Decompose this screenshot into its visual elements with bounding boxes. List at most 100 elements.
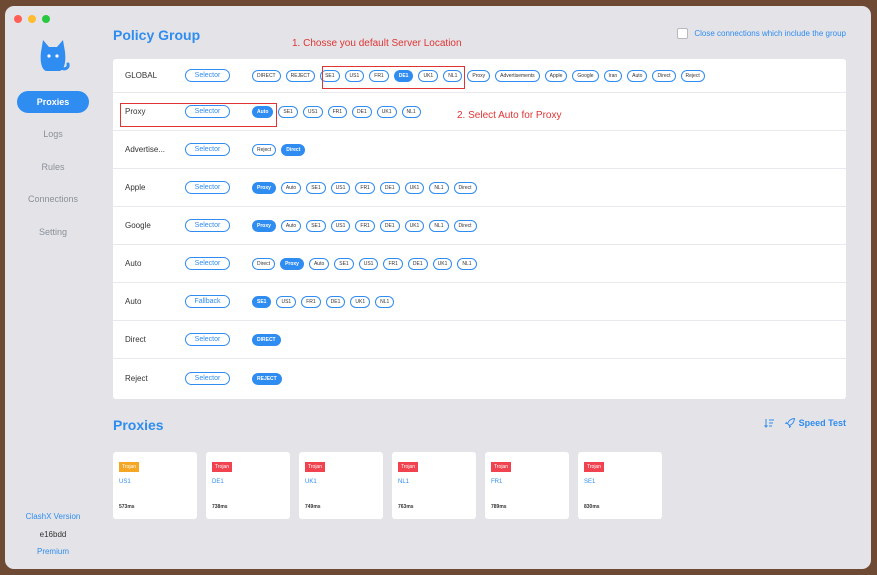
proxy-option-chip[interactable]: UK1 [432,258,453,270]
proxy-option-chip[interactable]: SE1 [252,296,272,308]
proxy-option-chip[interactable]: UK1 [404,182,425,194]
proxy-option-chip[interactable]: REJECT [285,70,316,82]
proxy-option-chip[interactable]: US1 [330,220,351,232]
proxy-option-chip[interactable]: Direct [652,70,676,82]
proxy-option-chip[interactable]: FR1 [327,106,348,118]
proxy-option-chip[interactable]: Proxy [467,70,491,82]
proxy-option-list: Auto SE1 US1 FR1 DE1 UK1 NL1 [252,106,421,118]
sidebar: Proxies Logs Rules Connections Setting C… [5,6,101,569]
group-type-button[interactable]: Selector [185,143,230,156]
proxy-name: US1 [119,479,131,485]
close-connections-label: Close connections which include the grou… [694,29,846,38]
proxy-option-chip[interactable]: NL1 [429,182,449,194]
proxy-option-chip[interactable]: US1 [358,258,379,270]
sidebar-item-logs[interactable]: Logs [17,123,89,145]
proxy-option-chip[interactable]: UK1 [376,106,397,118]
proxy-option-chip[interactable]: DE1 [325,296,346,308]
proxy-option-chip[interactable]: Auto [280,182,302,194]
close-connections-option[interactable]: Close connections which include the grou… [677,28,846,39]
proxy-option-chip[interactable]: FR1 [301,296,321,308]
proxy-option-list: Proxy Auto SE1 US1 FR1 DE1 UK1 NL1 Direct [252,220,477,232]
proxy-option-chip[interactable]: Auto [308,258,330,270]
speed-test-label: Speed Test [798,418,846,428]
proxy-option-chip[interactable]: REJECT [252,373,282,385]
proxy-option-list: DIRECT [252,334,281,346]
proxy-option-chip[interactable]: NL1 [429,220,449,232]
protocol-badge: Trojan [305,462,325,472]
proxy-option-chip[interactable]: Direct [281,144,306,156]
proxy-option-chip[interactable]: SE1 [306,182,326,194]
proxy-option-chip[interactable]: NL1 [375,296,395,308]
proxy-card[interactable]: Trojan DE1 738ms [206,452,290,519]
proxy-option-chip[interactable]: Direct [252,258,276,270]
proxy-option-chip[interactable]: Direct [453,220,477,232]
proxy-card[interactable]: Trojan UK1 749ms [299,452,383,519]
proxy-option-chip[interactable]: Proxy [252,182,276,194]
proxy-option-chip[interactable]: Reject [680,70,705,82]
protocol-badge: Trojan [398,462,418,472]
sidebar-item-rules[interactable]: Rules [17,156,89,178]
proxy-card[interactable]: Trojan SE1 830ms [578,452,662,519]
group-type-button[interactable]: Selector [185,219,230,232]
proxy-option-chip[interactable]: DE1 [407,258,428,270]
proxy-option-chip[interactable]: FR1 [355,182,375,194]
proxy-option-list: DIRECT REJECT SE1 US1 FR1 DE1 UK1 NL1 Proxy Adver… [252,70,705,82]
proxy-option-chip[interactable]: NL1 [457,258,477,270]
proxy-name: NL1 [398,479,410,485]
proxy-option-chip[interactable]: Iran [603,70,623,82]
proxy-option-chip[interactable]: Advertisements [495,70,540,82]
rocket-icon [784,418,795,428]
annotation-box-proxy-auto [120,103,277,127]
group-type-button[interactable]: Selector [185,69,230,82]
proxy-option-chip[interactable]: Proxy [252,220,276,232]
proxy-delay: 749ms [305,504,321,510]
policy-group-row: Reject Selector REJECT [113,359,846,399]
proxy-option-chip[interactable]: Reject [252,144,277,156]
proxy-option-chip[interactable]: US1 [330,182,351,194]
proxy-name: DE1 [212,479,224,485]
proxy-option-chip[interactable]: Proxy [280,258,304,270]
proxy-option-chip[interactable]: FR1 [355,220,375,232]
group-type-button[interactable]: Selector [185,372,230,385]
policy-group-row: Auto Fallback SE1 US1 FR1 DE1 UK1 NL1 [113,283,846,321]
group-type-button[interactable]: Selector [185,181,230,194]
sidebar-item-setting[interactable]: Setting [17,221,89,243]
proxy-option-chip[interactable]: Google [572,70,599,82]
proxy-card[interactable]: Trojan NL1 763ms [392,452,476,519]
proxy-option-chip[interactable]: SE1 [306,220,326,232]
proxy-option-chip[interactable]: US1 [276,296,297,308]
protocol-badge: Trojan [119,462,139,472]
proxy-option-list: Proxy Auto SE1 US1 FR1 DE1 UK1 NL1 Direct [252,182,477,194]
proxy-option-chip[interactable]: Apple [544,70,568,82]
proxy-option-chip[interactable]: Auto [280,220,302,232]
group-type-button[interactable]: Selector [185,333,230,346]
proxy-option-chip[interactable]: SE1 [278,106,298,118]
proxy-option-chip[interactable]: US1 [302,106,323,118]
proxy-option-chip[interactable]: DIRECT [252,334,281,346]
sort-icon[interactable] [763,418,775,428]
group-name: Reject [125,374,148,383]
proxy-card[interactable]: Trojan FR1 789ms [485,452,569,519]
proxy-option-chip[interactable]: SE1 [334,258,354,270]
proxy-option-chip[interactable]: UK1 [350,296,371,308]
speed-test-button[interactable]: Speed Test [784,418,846,428]
proxy-option-chip[interactable]: UK1 [404,220,425,232]
group-type-button[interactable]: Fallback [185,295,230,308]
close-connections-checkbox[interactable] [677,28,689,39]
proxy-option-chip[interactable]: NL1 [401,106,421,118]
proxy-option-chip[interactable]: DE1 [352,106,372,118]
group-name: Google [125,221,151,230]
proxies-toolbar: Speed Test [763,418,846,428]
proxy-option-chip[interactable]: Auto [627,70,648,82]
group-type-button[interactable]: Selector [185,257,230,270]
proxy-option-chip[interactable]: FR1 [383,258,403,270]
protocol-badge: Trojan [212,462,232,472]
proxy-card[interactable]: Trojan US1 573ms [113,452,197,519]
proxy-option-chip[interactable]: DE1 [379,182,400,194]
group-name: Direct [125,335,146,344]
proxy-option-chip[interactable]: DIRECT [252,70,281,82]
sidebar-item-proxies[interactable]: Proxies [17,91,89,113]
proxy-option-chip[interactable]: Direct [453,182,477,194]
proxy-option-chip[interactable]: DE1 [379,220,400,232]
sidebar-item-connections[interactable]: Connections [17,188,89,210]
